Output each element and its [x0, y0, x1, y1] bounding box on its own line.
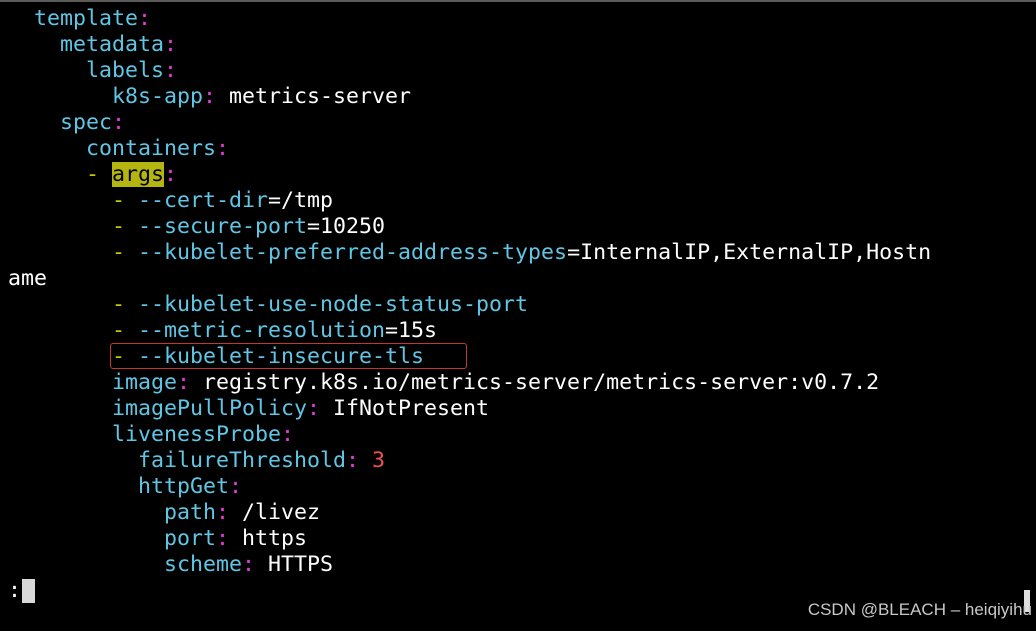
yaml-key: livenessProbe	[112, 422, 282, 447]
yaml-line-k8s-app: k8s-app: metrics-server	[112, 84, 412, 109]
yaml-value: metrics-server	[216, 84, 412, 109]
yaml-line-liveness-probe: livenessProbe:	[112, 422, 295, 447]
pager-prompt[interactable]: :	[8, 578, 36, 604]
yaml-line-image: image: registry.k8s.io/metrics-server/me…	[112, 370, 880, 395]
yaml-value: HTTPS	[255, 552, 334, 577]
arg-flag: --kubelet-use-node-status-port	[138, 292, 529, 317]
yaml-key: imagePullPolicy	[112, 396, 308, 421]
yaml-key: metadata	[60, 32, 165, 57]
yaml-key: port	[164, 526, 217, 551]
yaml-line-args: - args:	[86, 162, 178, 187]
yaml-line-port: port: https	[164, 526, 308, 551]
yaml-line-arg: - --secure-port=10250	[8, 214, 1023, 240]
list-dash: -	[112, 292, 139, 317]
arg-flag: --metric-resolution	[138, 318, 386, 343]
annotation-red-box	[110, 343, 467, 369]
yaml-line-path: path: /livez	[164, 500, 321, 525]
yaml-line-template: template:	[34, 6, 152, 31]
yaml-key: scheme	[164, 552, 243, 577]
yaml-line-scheme: scheme: HTTPS	[164, 552, 334, 577]
terminal-pager-view[interactable]: template: metadata: labels: k8s-app: met…	[8, 6, 1023, 578]
yaml-line-image-pull-policy: imagePullPolicy: IfNotPresent	[112, 396, 490, 421]
yaml-key: spec	[60, 110, 113, 135]
list-dash: -	[112, 188, 139, 213]
yaml-number: 3	[359, 448, 386, 473]
yaml-line-arg: - --kubelet-use-node-status-port	[8, 292, 1023, 318]
arg-flag: --cert-dir	[138, 188, 269, 213]
yaml-line-failure-threshold: failureThreshold: 3	[138, 448, 386, 473]
yaml-line-arg: - --metric-resolution=15s	[8, 318, 1023, 344]
yaml-key: labels	[86, 58, 165, 83]
yaml-line-arg: - --kubelet-preferred-address-types=Inte…	[8, 240, 1023, 266]
yaml-key: failureThreshold	[138, 448, 347, 473]
yaml-value: /livez	[229, 500, 321, 525]
scrollbar[interactable]	[1024, 0, 1030, 631]
arg-value: =10250	[307, 214, 386, 239]
arg-flag: --kubelet-preferred-address-types	[138, 240, 568, 265]
window-top-border	[0, 0, 1036, 2]
yaml-line-wrapped: ame	[8, 266, 1023, 292]
yaml-value: registry.k8s.io/metrics-server/metrics-s…	[190, 370, 880, 395]
wrapped-text: ame	[8, 266, 48, 291]
yaml-key: template	[34, 6, 139, 31]
yaml-line-spec: spec:	[60, 110, 126, 135]
arg-value: =15s	[385, 318, 438, 343]
yaml-key: containers	[86, 136, 217, 161]
search-match-highlight: args	[112, 162, 165, 187]
yaml-key: k8s-app	[112, 84, 204, 109]
yaml-line-arg: - --cert-dir=/tmp	[8, 188, 1023, 214]
list-dash: -	[112, 214, 139, 239]
arg-value: =/tmp	[268, 188, 334, 213]
arg-flag: --secure-port	[138, 214, 308, 239]
yaml-line-arg-insecure-tls: - --kubelet-insecure-tls	[8, 343, 1023, 370]
list-dash: -	[86, 162, 113, 187]
yaml-value: IfNotPresent	[320, 396, 490, 421]
yaml-key: httpGet	[138, 474, 230, 499]
yaml-line-http-get: httpGet:	[138, 474, 243, 499]
prompt-colon: :	[8, 578, 22, 603]
yaml-value: https	[229, 526, 308, 551]
yaml-line-labels: labels:	[86, 58, 178, 83]
yaml-key: image	[112, 370, 178, 395]
watermark: CSDN @BLEACH – heiqiyihu	[807, 600, 1032, 619]
yaml-line-metadata: metadata:	[60, 32, 178, 57]
yaml-key: path	[164, 500, 217, 525]
arg-value: =InternalIP,ExternalIP,Hostn	[567, 240, 932, 265]
yaml-line-containers: containers:	[86, 136, 230, 161]
list-dash: -	[112, 240, 139, 265]
list-dash: -	[112, 318, 139, 343]
text-cursor	[22, 579, 36, 603]
